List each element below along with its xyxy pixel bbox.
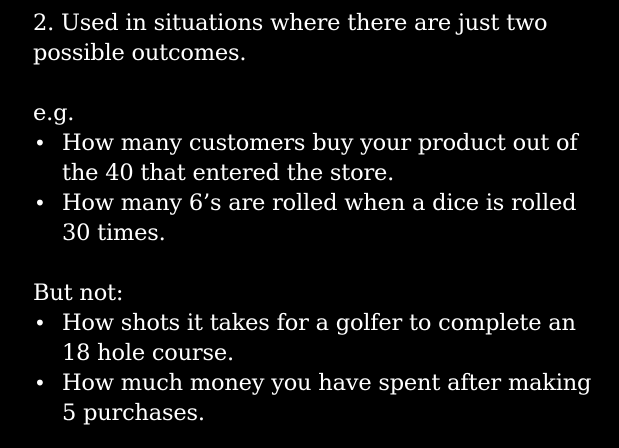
- bullet-icon: •: [34, 191, 46, 215]
- example-text: How many customers buy your product out …: [62, 130, 578, 186]
- list-item: • How shots it takes for a golfer to com…: [33, 308, 603, 368]
- example-text: How many 6’s are rolled when a dice is r…: [62, 190, 577, 246]
- slide-body: 2. Used in situations where there are ju…: [33, 8, 603, 428]
- non-example-text: How shots it takes for a golfer to compl…: [62, 310, 576, 366]
- non-examples-list: • How shots it takes for a golfer to com…: [33, 308, 603, 428]
- bullet-icon: •: [34, 131, 46, 155]
- non-examples-heading: But not:: [33, 280, 124, 306]
- list-item: • How much money you have spent after ma…: [33, 368, 603, 428]
- bullet-icon: •: [34, 371, 46, 395]
- non-example-text: How much money you have spent after maki…: [62, 370, 592, 426]
- list-item: • How many 6’s are rolled when a dice is…: [33, 188, 603, 248]
- intro-text: 2. Used in situations where there are ju…: [33, 10, 548, 66]
- list-item: • How many customers buy your product ou…: [33, 128, 603, 188]
- slide: 2. Used in situations where there are ju…: [0, 0, 619, 448]
- examples-list: • How many customers buy your product ou…: [33, 128, 603, 248]
- bullet-icon: •: [34, 311, 46, 335]
- examples-heading: e.g.: [33, 100, 75, 126]
